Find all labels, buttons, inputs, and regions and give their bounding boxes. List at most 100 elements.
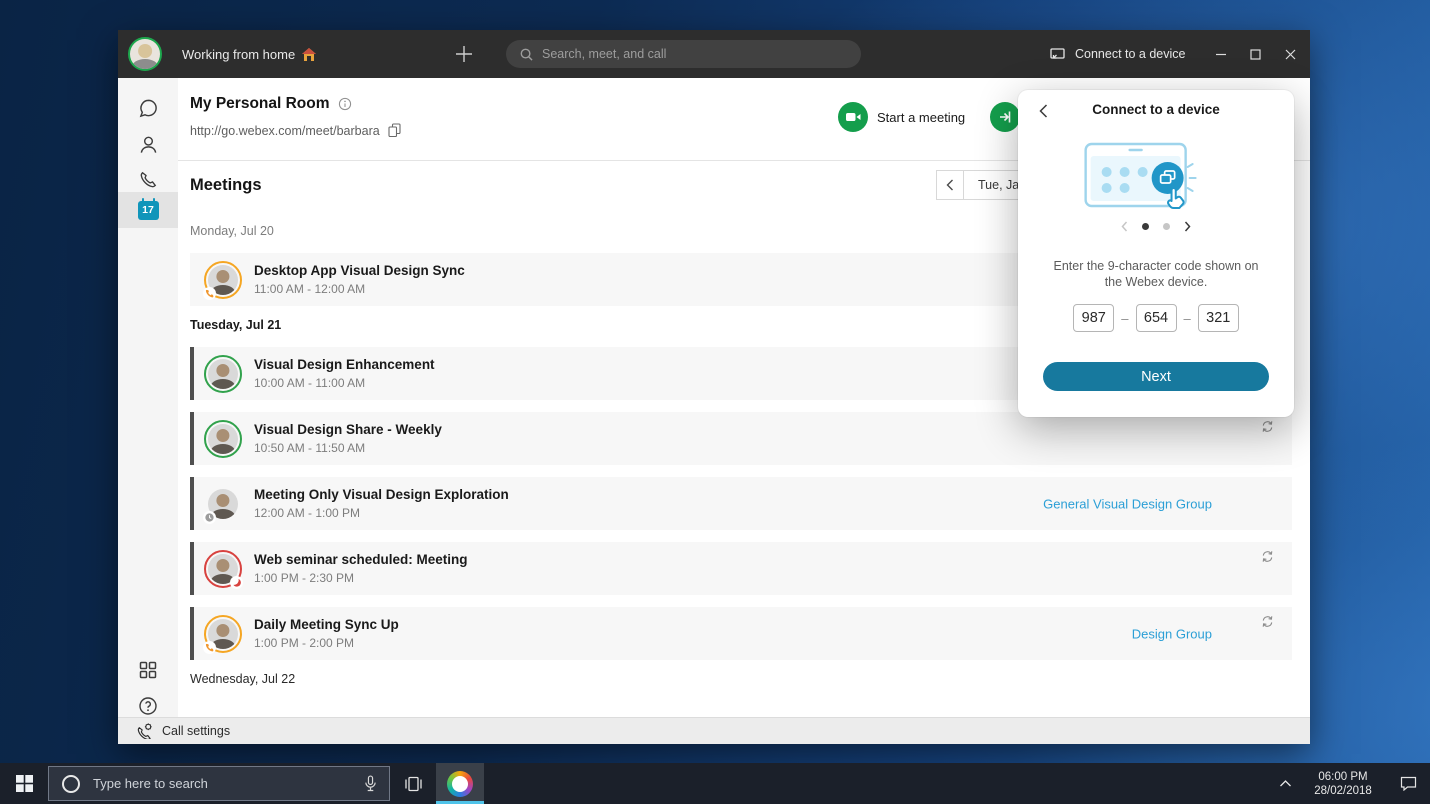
minimize-button[interactable] bbox=[1204, 30, 1238, 78]
meeting-time: 11:00 AM - 12:00 AM bbox=[254, 282, 465, 296]
contacts-icon bbox=[138, 134, 159, 155]
meeting-info: Visual Design Enhancement 10:00 AM - 11:0… bbox=[254, 357, 435, 390]
help-icon bbox=[138, 696, 158, 716]
meeting-space-link[interactable]: Design Group bbox=[1132, 626, 1212, 641]
cortana-icon bbox=[61, 774, 81, 794]
meeting-info: Visual Design Share - Weekly 10:50 AM - 1… bbox=[254, 422, 442, 455]
user-avatar[interactable] bbox=[128, 37, 162, 71]
new-action-button[interactable] bbox=[452, 42, 476, 66]
meeting-time: 10:50 AM - 11:50 AM bbox=[254, 441, 442, 455]
copy-link-icon[interactable] bbox=[388, 123, 401, 138]
search-input[interactable] bbox=[542, 47, 847, 61]
taskbar-clock[interactable]: 06:00 PM 28/02/2018 bbox=[1300, 763, 1386, 804]
meeting-time: 1:00 PM - 2:30 PM bbox=[254, 571, 468, 585]
video-camera-icon bbox=[838, 102, 868, 132]
start-meeting-label: Start a meeting bbox=[877, 110, 965, 125]
sidebar-item-apps[interactable] bbox=[118, 652, 178, 688]
connect-device-label: Connect to a device bbox=[1075, 47, 1186, 61]
taskbar-search-box[interactable]: Type here to search bbox=[48, 766, 390, 801]
show-hidden-icons-button[interactable] bbox=[1270, 763, 1300, 804]
meeting-row[interactable]: Meeting Only Visual Design Exploration12… bbox=[190, 477, 1292, 530]
windows-taskbar: Type here to search 06:00 PM 28/02/2018 bbox=[0, 763, 1430, 804]
call-settings-icon bbox=[136, 723, 153, 739]
meeting-avatar bbox=[204, 355, 242, 393]
meeting-avatar bbox=[204, 420, 242, 458]
code-dash: – bbox=[1121, 311, 1128, 326]
status-phone-icon bbox=[203, 287, 216, 300]
user-status[interactable]: Working from home bbox=[182, 30, 316, 78]
start-button[interactable] bbox=[0, 763, 48, 804]
meeting-row[interactable]: Web seminar scheduled: Meeting 1:00 PM - … bbox=[190, 542, 1292, 595]
info-icon[interactable] bbox=[338, 97, 352, 111]
meeting-row[interactable]: Visual Design Share - Weekly 10:50 AM - 1… bbox=[190, 412, 1292, 465]
close-button[interactable] bbox=[1273, 30, 1307, 78]
taskbar-search-placeholder: Type here to search bbox=[93, 776, 352, 791]
meeting-row[interactable]: Daily Meeting Sync Up 1:00 PM - 2:00 PM De… bbox=[190, 607, 1292, 660]
personal-room-url[interactable]: http://go.webex.com/meet/barbara bbox=[190, 124, 380, 138]
join-meeting-button[interactable] bbox=[990, 102, 1020, 132]
recurring-icon bbox=[1261, 550, 1274, 563]
carousel-dot-active[interactable] bbox=[1142, 223, 1149, 230]
microphone-icon[interactable] bbox=[364, 775, 377, 792]
sidebar: 17 bbox=[118, 78, 178, 717]
meeting-avatar bbox=[204, 485, 242, 523]
code-segment-input[interactable] bbox=[1198, 304, 1239, 332]
sidebar-item-contacts[interactable] bbox=[118, 126, 178, 162]
desktop: Working from home Connect to a device bbox=[0, 0, 1430, 804]
home-emoji-icon bbox=[302, 48, 316, 61]
task-view-button[interactable] bbox=[390, 763, 436, 804]
meeting-info: Desktop App Visual Design Sync 11:00 AM -… bbox=[254, 263, 465, 296]
code-segment-input[interactable] bbox=[1136, 304, 1177, 332]
meeting-info: Web seminar scheduled: Meeting 1:00 PM - … bbox=[254, 552, 468, 585]
meeting-avatar bbox=[204, 261, 242, 299]
device-code-inputs: –– bbox=[1018, 304, 1294, 332]
meeting-info: Daily Meeting Sync Up 1:00 PM - 2:00 PM bbox=[254, 617, 399, 650]
action-center-button[interactable] bbox=[1386, 763, 1430, 804]
maximize-button[interactable] bbox=[1238, 30, 1272, 78]
carousel-prev-icon[interactable] bbox=[1121, 221, 1128, 232]
meeting-time: 1:00 PM - 2:00 PM bbox=[254, 636, 399, 650]
meeting-title: Web seminar scheduled: Meeting bbox=[254, 552, 468, 567]
meeting-title: Visual Design Enhancement bbox=[254, 357, 435, 372]
status-dnd-icon bbox=[230, 576, 243, 589]
connect-to-device-button[interactable]: Connect to a device bbox=[1050, 30, 1186, 78]
code-instruction: Enter the 9-character code shown on the … bbox=[1018, 258, 1294, 290]
meeting-title: Daily Meeting Sync Up bbox=[254, 617, 399, 632]
call-settings-button[interactable]: Call settings bbox=[118, 717, 1310, 744]
code-segment-input[interactable] bbox=[1073, 304, 1114, 332]
recurring-icon bbox=[1261, 615, 1274, 628]
start-meeting-button[interactable]: Start a meeting bbox=[838, 102, 965, 132]
connect-device-popup: Connect to a device bbox=[1018, 90, 1294, 417]
calendar-icon: 17 bbox=[138, 201, 159, 220]
search-bar[interactable] bbox=[506, 40, 861, 68]
code-dash: – bbox=[1184, 311, 1191, 326]
meeting-title: Desktop App Visual Design Sync bbox=[254, 263, 465, 278]
meeting-avatar bbox=[204, 550, 242, 588]
sidebar-item-meetings[interactable]: 17 bbox=[118, 192, 178, 228]
sidebar-item-messaging[interactable] bbox=[118, 90, 178, 126]
titlebar[interactable]: Working from home Connect to a device bbox=[118, 30, 1310, 78]
apps-grid-icon bbox=[139, 661, 157, 679]
illustration-carousel bbox=[1018, 221, 1294, 232]
webex-app-icon bbox=[447, 771, 473, 797]
search-icon bbox=[520, 48, 533, 61]
carousel-next-icon[interactable] bbox=[1184, 221, 1191, 232]
next-button[interactable]: Next bbox=[1043, 362, 1269, 391]
device-illustration bbox=[1084, 136, 1218, 220]
avatar-photo bbox=[208, 359, 238, 389]
windows-logo-icon bbox=[16, 775, 33, 792]
meeting-space-link[interactable]: General Visual Design Group bbox=[1043, 496, 1212, 511]
meeting-time: 10:00 AM - 11:00 AM bbox=[254, 376, 435, 390]
carousel-dot[interactable] bbox=[1163, 223, 1170, 230]
meeting-title: Visual Design Share - Weekly bbox=[254, 422, 442, 437]
recurring-icon bbox=[1261, 420, 1274, 433]
phone-icon bbox=[138, 170, 158, 190]
status-text: Working from home bbox=[182, 47, 295, 62]
prev-day-button[interactable] bbox=[936, 170, 964, 200]
status-clock-icon bbox=[203, 511, 216, 524]
popup-title: Connect to a device bbox=[1018, 102, 1294, 117]
meeting-title: Meeting Only Visual Design Exploration bbox=[254, 487, 509, 502]
webex-taskbar-app[interactable] bbox=[436, 763, 484, 804]
meeting-info: Meeting Only Visual Design Exploration12… bbox=[254, 487, 509, 520]
join-icon bbox=[990, 102, 1020, 132]
